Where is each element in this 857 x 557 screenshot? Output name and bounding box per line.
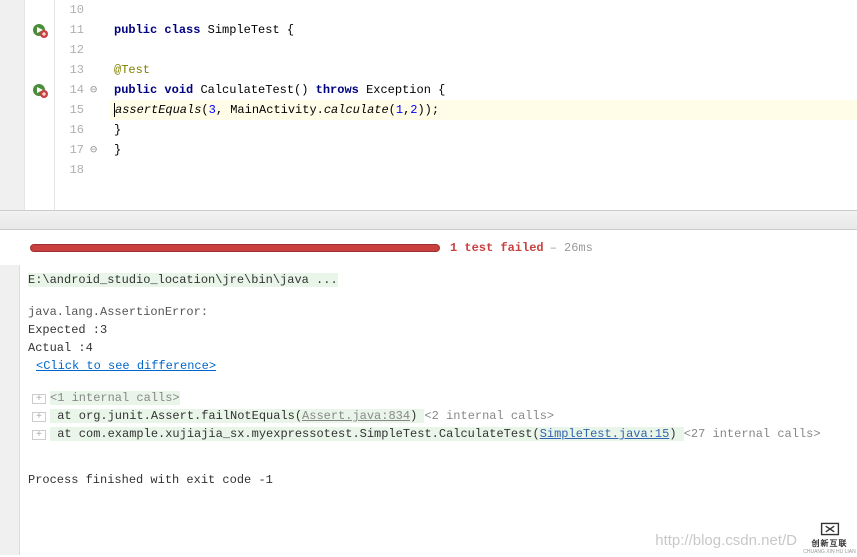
line-number: 13 [55,60,84,80]
run-test-icon[interactable] [32,82,48,98]
expand-icon[interactable]: + [32,394,46,404]
line-number: 14 [55,80,84,100]
line-number: 11 [55,20,84,40]
expand-icon[interactable]: + [32,430,46,440]
console-toolbar[interactable] [0,265,20,555]
line-number-gutter: 101112131415161718 [55,0,90,210]
code-line[interactable]: @Test [110,60,857,80]
code-line[interactable]: public class SimpleTest { [110,20,857,40]
breakpoint-gutter[interactable] [25,0,55,210]
code-line[interactable] [110,160,857,180]
code-line[interactable]: public void CalculateTest() throws Excep… [110,80,857,100]
line-number: 16 [55,120,84,140]
code-line[interactable] [110,0,857,20]
test-status-bar: 1 test failed – 26ms [0,230,857,265]
fold-toggle[interactable] [90,40,110,60]
expected-value: 3 [100,323,107,337]
fold-toggle[interactable] [90,160,110,180]
line-number: 15 [55,100,84,120]
panel-divider[interactable] [0,210,857,230]
stack-trace-line: +<1 internal calls> [28,389,849,407]
expand-icon[interactable]: + [32,412,46,422]
code-line[interactable]: } [110,140,857,160]
code-editor[interactable]: 101112131415161718 ⊖⊖ public class Simpl… [0,0,857,210]
line-number: 12 [55,40,84,60]
source-link[interactable]: Assert.java:834 [302,409,410,423]
source-link[interactable]: SimpleTest.java:15 [540,427,670,441]
test-progress-bar [30,244,440,252]
fold-toggle[interactable] [90,0,110,20]
logo-icon [816,520,844,538]
code-line[interactable] [110,40,857,60]
fold-gutter[interactable]: ⊖⊖ [90,0,110,210]
marker-gutter [0,0,25,210]
command-line: E:\android_studio_location\jre\bin\java … [28,273,338,287]
run-test-icon[interactable] [32,22,48,38]
fold-toggle[interactable] [90,20,110,40]
test-fail-label: 1 test failed [450,241,544,255]
fold-toggle[interactable] [90,60,110,80]
line-number: 18 [55,160,84,180]
assertion-error: java.lang.AssertionError: [28,303,849,321]
watermark: http://blog.csdn.net/D [655,532,797,549]
fold-toggle[interactable] [90,100,110,120]
console-panel: E:\android_studio_location\jre\bin\java … [0,265,857,555]
line-number: 17 [55,140,84,160]
expected-label: Expected : [28,323,100,337]
fold-toggle[interactable]: ⊖ [90,140,110,160]
code-line[interactable]: } [110,120,857,140]
actual-value: 4 [86,341,93,355]
line-number: 10 [55,0,84,20]
test-time-label: – 26ms [550,241,593,255]
fold-toggle[interactable]: ⊖ [90,80,110,100]
console-output[interactable]: E:\android_studio_location\jre\bin\java … [20,265,857,555]
code-area[interactable]: public class SimpleTest { @Test public v… [110,0,857,210]
diff-link[interactable]: <Click to see difference> [36,359,216,373]
actual-label: Actual : [28,341,86,355]
stack-trace-line: + at com.example.xujiajia_sx.myexpressot… [28,425,849,443]
logo: 创新互联 CHUANG XIN HU LIAN [802,517,857,557]
exit-message: Process finished with exit code -1 [28,471,849,489]
code-line[interactable]: assertEquals(3, MainActivity.calculate(1… [110,100,857,120]
fold-toggle[interactable] [90,120,110,140]
stack-trace-line: + at org.junit.Assert.failNotEquals(Asse… [28,407,849,425]
